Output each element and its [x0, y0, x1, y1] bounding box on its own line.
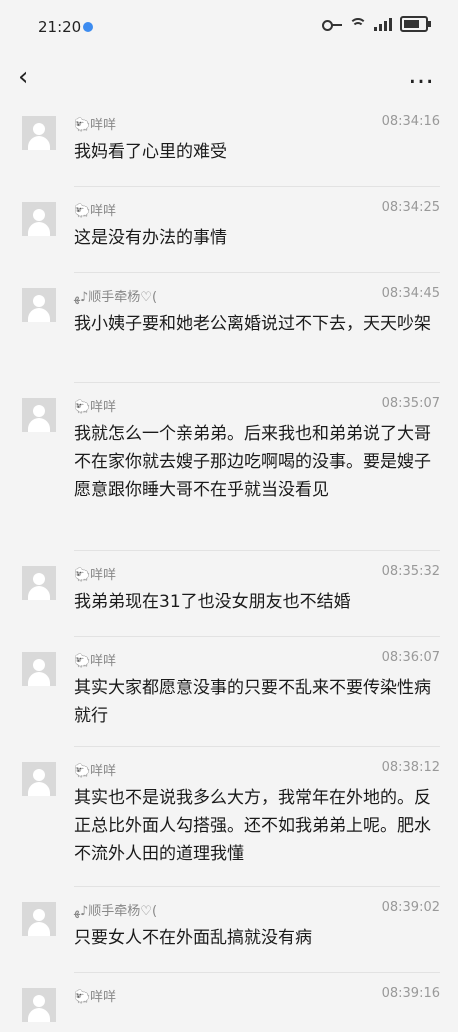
message-timestamp: 08:39:16 [381, 986, 440, 1001]
sender-name: ﻬ♪顺手牵杨♡( [74, 904, 158, 919]
battery-icon [400, 16, 431, 32]
message-timestamp: 08:34:16 [381, 114, 440, 129]
message-text: 我妈看了心里的难受 [74, 142, 227, 162]
message-item[interactable]: 🐑咩咩 08:34:25 这是没有办法的事情 [0, 186, 458, 272]
message-item[interactable]: 🐑咩咩 08:34:16 我妈看了心里的难受 [0, 100, 458, 186]
avatar-icon[interactable] [22, 398, 56, 432]
message-timestamp: 08:35:07 [381, 396, 440, 411]
sender-name: 🐑咩咩 [74, 204, 117, 219]
message-timestamp: 08:35:32 [381, 564, 440, 579]
status-bar: 21:20 [0, 0, 458, 52]
sender-name: 🐑咩咩 [74, 118, 117, 133]
back-chevron-icon[interactable]: ‹ [18, 62, 28, 92]
avatar-icon[interactable] [22, 288, 56, 322]
notification-dot-icon [83, 22, 93, 32]
message-item[interactable]: 🐑咩咩 08:35:32 我弟弟现在31了也没女朋友也不结婚 [0, 550, 458, 636]
more-options-icon[interactable]: … [408, 60, 436, 90]
message-text: 我小姨子要和她老公离婚说过不下去，天天吵架 [74, 314, 431, 334]
message-item[interactable]: 🐑咩咩 08:38:12 其实也不是说我多么大方，我常年在外地的。反正总比外面人勾搭… [0, 746, 458, 886]
avatar-icon[interactable] [22, 988, 56, 1022]
top-nav-bar: ‹ … [0, 52, 458, 100]
sender-name: 🐑咩咩 [74, 764, 117, 779]
avatar-icon[interactable] [22, 202, 56, 236]
sender-name: ﻬ♪顺手牵杨♡( [74, 290, 158, 305]
avatar-icon[interactable] [22, 762, 56, 796]
message-text: 其实也不是说我多么大方，我常年在外地的。反正总比外面人勾搭强。还不如我弟弟上呢。… [74, 788, 431, 864]
wifi-icon [349, 18, 367, 30]
avatar-icon[interactable] [22, 116, 56, 150]
message-text: 我弟弟现在31了也没女朋友也不结婚 [74, 592, 351, 612]
message-timestamp: 08:38:12 [381, 760, 440, 775]
signal-icon [374, 17, 392, 31]
sender-name: 🐑咩咩 [74, 568, 117, 583]
avatar-icon[interactable] [22, 566, 56, 600]
message-item[interactable]: 🐑咩咩 08:36:07 其实大家都愿意没事的只要不乱来不要传染性病就行 [0, 636, 458, 746]
message-text: 只要女人不在外面乱搞就没有病 [74, 928, 312, 948]
status-time: 21:20 [38, 18, 82, 36]
sender-name: 🐑咩咩 [74, 400, 117, 415]
message-text: 我就怎么一个亲弟弟。后来我也和弟弟说了大哥不在家你就去嫂子那边吃啊喝的没事。要是… [74, 424, 431, 500]
status-icons [322, 16, 431, 32]
message-item[interactable]: 🐑咩咩 08:39:16 [0, 972, 458, 1032]
sender-name: 🐑咩咩 [74, 990, 117, 1005]
key-icon [322, 18, 342, 31]
message-list: 🐑咩咩 08:34:16 我妈看了心里的难受 🐑咩咩 08:34:25 这是没有办法的事情… [0, 100, 458, 1032]
message-item[interactable]: ﻬ♪顺手牵杨♡( 08:34:45 我小姨子要和她老公离婚说过不下去，天天吵架 [0, 272, 458, 382]
message-item[interactable]: 🐑咩咩 08:35:07 我就怎么一个亲弟弟。后来我也和弟弟说了大哥不在家你就去嫂子… [0, 382, 458, 550]
message-text: 其实大家都愿意没事的只要不乱来不要传染性病就行 [74, 678, 431, 726]
message-timestamp: 08:36:07 [381, 650, 440, 665]
avatar-icon[interactable] [22, 902, 56, 936]
message-timestamp: 08:34:45 [381, 286, 440, 301]
sender-name: 🐑咩咩 [74, 654, 117, 669]
message-item[interactable]: ﻬ♪顺手牵杨♡( 08:39:02 只要女人不在外面乱搞就没有病 [0, 886, 458, 972]
message-timestamp: 08:39:02 [381, 900, 440, 915]
message-text: 这是没有办法的事情 [74, 228, 227, 248]
avatar-icon[interactable] [22, 652, 56, 686]
message-timestamp: 08:34:25 [381, 200, 440, 215]
